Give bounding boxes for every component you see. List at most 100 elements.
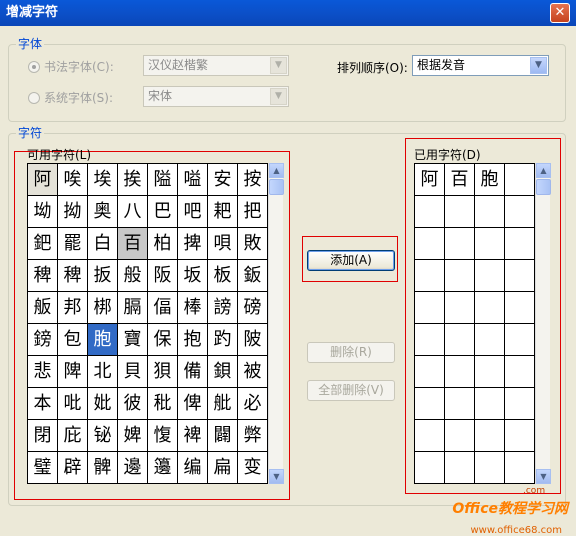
char-cell[interactable]: 梆 [88,292,118,324]
char-cell[interactable] [505,292,535,324]
delete-all-button[interactable]: 全部删除(V) [307,380,395,401]
char-cell[interactable] [475,324,505,356]
char-cell[interactable]: 按 [238,164,268,196]
dropdown-arrow-icon[interactable]: ▼ [270,88,287,105]
char-cell[interactable]: 備 [178,356,208,388]
char-cell[interactable] [505,388,535,420]
char-cell[interactable]: 膈 [118,292,148,324]
char-cell[interactable]: 庇 [58,420,88,452]
char-cell[interactable] [475,196,505,228]
char-cell[interactable]: 八 [118,196,148,228]
char-cell[interactable]: 棒 [178,292,208,324]
char-cell[interactable]: 埃 [88,164,118,196]
char-cell[interactable]: 耙 [208,196,238,228]
char-cell[interactable] [475,452,505,484]
char-cell[interactable]: 扳 [88,260,118,292]
char-cell[interactable]: 鈀 [28,228,58,260]
dropdown-arrow-icon[interactable]: ▼ [530,57,547,74]
char-cell[interactable]: 必 [238,388,268,420]
char-cell[interactable]: 籩 [148,452,178,484]
char-cell[interactable] [415,292,445,324]
char-cell[interactable]: 邊 [118,452,148,484]
char-cell[interactable]: 白 [88,228,118,260]
char-cell[interactable]: 嗌 [178,164,208,196]
char-cell[interactable]: 铋 [88,420,118,452]
char-cell[interactable]: 隘 [148,164,178,196]
char-cell[interactable] [445,324,475,356]
char-cell[interactable]: 鎊 [28,324,58,356]
used-chars-grid[interactable]: 阿百胞 [414,163,535,484]
char-cell[interactable]: 本 [28,388,58,420]
char-cell[interactable]: 趵 [208,324,238,356]
char-cell[interactable]: 阿 [415,164,445,196]
char-cell[interactable]: 秕 [148,388,178,420]
char-cell[interactable]: 捭 [178,228,208,260]
char-cell[interactable]: 保 [148,324,178,356]
char-cell[interactable]: 偪 [148,292,178,324]
char-cell[interactable]: 貝 [118,356,148,388]
char-cell[interactable]: 稗 [58,260,88,292]
char-cell[interactable]: 吡 [58,388,88,420]
char-cell[interactable]: 敗 [238,228,268,260]
char-cell[interactable]: 安 [208,164,238,196]
char-cell[interactable]: 编 [178,452,208,484]
char-cell[interactable]: 稗 [28,260,58,292]
char-cell[interactable]: 百 [445,164,475,196]
char-cell[interactable]: 婢 [118,420,148,452]
char-cell[interactable]: 俾 [178,388,208,420]
char-cell[interactable]: 挨 [118,164,148,196]
char-cell[interactable]: 閉 [28,420,58,452]
char-cell[interactable]: 被 [238,356,268,388]
char-cell[interactable]: 阪 [148,260,178,292]
char-cell[interactable] [445,388,475,420]
char-cell[interactable] [415,452,445,484]
char-cell[interactable]: 板 [208,260,238,292]
char-cell[interactable]: 北 [88,356,118,388]
char-cell[interactable] [475,356,505,388]
char-cell[interactable]: 百 [118,228,148,260]
system-font-select[interactable]: 宋体 ▼ [143,86,289,107]
char-cell[interactable] [475,228,505,260]
scroll-thumb[interactable] [269,179,284,195]
char-cell[interactable] [445,228,475,260]
char-cell[interactable]: 璧 [28,452,58,484]
close-button[interactable]: ✕ [550,3,570,23]
char-cell[interactable] [505,420,535,452]
char-cell[interactable]: 唉 [58,164,88,196]
scroll-up-icon[interactable]: ▲ [536,163,551,178]
char-cell[interactable]: 愎 [148,420,178,452]
char-cell[interactable]: 陂 [238,324,268,356]
char-cell[interactable] [415,324,445,356]
char-cell[interactable]: 妣 [88,388,118,420]
char-cell[interactable]: 变 [238,452,268,484]
char-cell[interactable]: 闢 [208,420,238,452]
char-cell[interactable]: 邦 [58,292,88,324]
calligraphy-font-select[interactable]: 汉仪赵楷繁 ▼ [143,55,289,76]
char-cell[interactable] [445,292,475,324]
char-cell[interactable]: 抱 [178,324,208,356]
char-cell[interactable]: 柏 [148,228,178,260]
char-cell[interactable]: 陴 [58,356,88,388]
char-cell[interactable]: 舨 [28,292,58,324]
char-cell[interactable]: 彼 [118,388,148,420]
char-cell[interactable] [445,420,475,452]
char-cell[interactable]: 鈑 [238,260,268,292]
char-cell[interactable]: 坂 [178,260,208,292]
dropdown-arrow-icon[interactable]: ▼ [270,57,287,74]
char-cell[interactable]: 吧 [178,196,208,228]
scroll-thumb[interactable] [536,179,551,195]
scroll-up-icon[interactable]: ▲ [269,163,284,178]
char-cell[interactable]: 謗 [208,292,238,324]
char-cell[interactable]: 胞 [88,324,118,356]
char-cell[interactable] [415,228,445,260]
char-cell[interactable]: 鋇 [208,356,238,388]
char-cell[interactable]: 拗 [58,196,88,228]
used-scrollbar[interactable]: ▲ ▼ [535,163,551,484]
char-cell[interactable] [415,388,445,420]
char-cell[interactable] [505,164,535,196]
char-cell[interactable]: 唄 [208,228,238,260]
char-cell[interactable] [475,388,505,420]
char-cell[interactable] [415,196,445,228]
char-cell[interactable] [505,196,535,228]
char-cell[interactable]: 裨 [178,420,208,452]
